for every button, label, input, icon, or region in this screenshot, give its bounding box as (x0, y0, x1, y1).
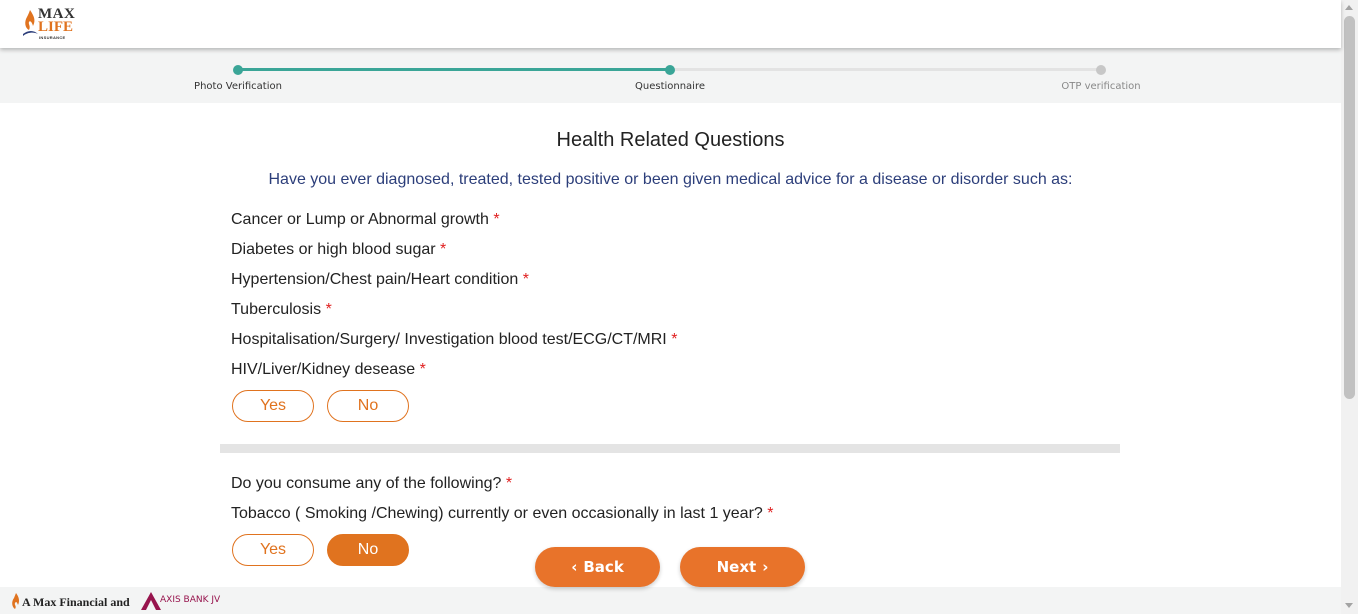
step-label-otp-verification: OTP verification (1061, 81, 1141, 92)
app-header: MAX LIFE INSURANCE (0, 0, 1341, 48)
step-label-questionnaire: Questionnaire (634, 81, 706, 92)
chevron-right-icon: › (762, 558, 769, 576)
scroll-up-arrow-icon[interactable] (1345, 5, 1353, 10)
scrollbar-thumb[interactable] (1344, 16, 1355, 399)
step-label-photo-verification: Photo Verification (194, 81, 282, 92)
health-item-diabetes: Diabetes or high blood sugar * (231, 241, 447, 258)
progress-stepper: Photo Verification Questionnaire OTP ver… (0, 48, 1341, 103)
required-mark: * (325, 301, 332, 318)
step-dot-questionnaire (665, 65, 675, 75)
health-question-subtitle: Have you ever diagnosed, treated, tested… (268, 171, 1073, 188)
required-mark: * (505, 475, 513, 492)
required-mark: * (522, 271, 529, 288)
next-button[interactable]: Next › (680, 547, 805, 587)
tobacco-no-button[interactable]: No (327, 534, 409, 566)
health-item-hypertension: Hypertension/Chest pain/Heart condition … (231, 271, 529, 288)
back-button[interactable]: ‹ Back (535, 547, 660, 587)
scroll-down-arrow-icon[interactable] (1345, 603, 1353, 608)
stepper-line-completed (238, 68, 670, 71)
max-life-logo[interactable]: MAX LIFE INSURANCE (22, 6, 82, 42)
tobacco-yes-button[interactable]: Yes (232, 534, 314, 566)
health-item-tuberculosis: Tuberculosis * (231, 301, 332, 318)
flame-icon (23, 10, 38, 36)
health-item-cancer: Cancer or Lump or Abnormal growth * (231, 211, 500, 228)
required-mark: * (440, 241, 447, 258)
health-item-hiv-liver-kidney: HIV/Liver/Kidney desease * (231, 361, 426, 378)
logo-text-insurance: INSURANCE (39, 35, 66, 40)
required-mark: * (671, 331, 678, 348)
page-scrollbar[interactable] (1341, 0, 1358, 614)
flame-icon (12, 593, 20, 609)
logo-text-life: LIFE (38, 19, 74, 35)
step-dot-otp-verification (1096, 65, 1106, 75)
footer-text: A Max Financial and (22, 595, 130, 609)
chevron-left-icon: ‹ (571, 558, 578, 576)
section-divider (220, 444, 1120, 453)
axis-bank-logo-icon (141, 592, 161, 610)
consume-question: Do you consume any of the following? * (231, 475, 513, 492)
tobacco-question: Tobacco ( Smoking /Chewing) currently or… (231, 505, 774, 522)
stepper-line-pending (670, 68, 1101, 71)
required-mark: * (767, 505, 774, 522)
health-no-button[interactable]: No (327, 390, 409, 422)
required-mark: * (419, 361, 426, 378)
health-yes-button[interactable]: Yes (232, 390, 314, 422)
health-item-hospitalisation: Hospitalisation/Surgery/ Investigation b… (231, 331, 678, 348)
questionnaire-content: Health Related Questions Have you ever d… (0, 103, 1341, 587)
axis-bank-text: AXIS BANK JV (160, 595, 221, 605)
required-mark: * (493, 211, 500, 228)
step-dot-photo-verification (233, 65, 243, 75)
footer: A Max Financial and AXIS BANK JV (0, 587, 1341, 614)
page-title: Health Related Questions (556, 129, 785, 151)
